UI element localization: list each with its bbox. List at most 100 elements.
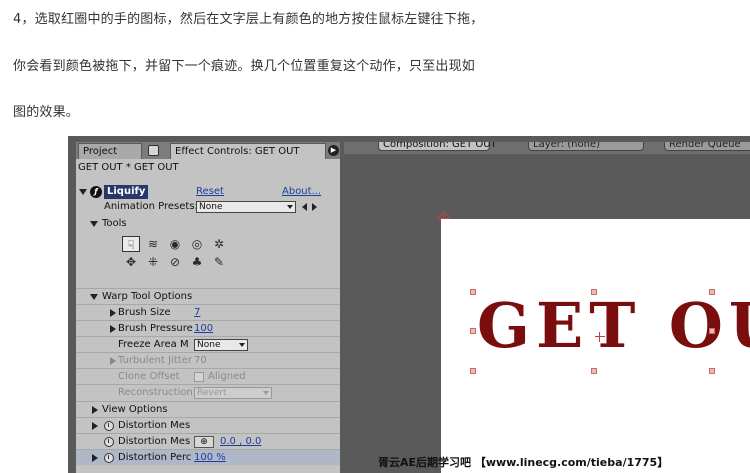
distortion-mesh-offset-label: Distortion Mes [118, 436, 191, 447]
reconstruction-dropdown: Revert [194, 387, 272, 399]
effect-header-row: ƒ Liquify Reset About... [76, 184, 340, 200]
after-effects-screenshot: Project Effect Controls: GET OUT ▶ GET O… [68, 136, 750, 473]
brush-size-value[interactable]: 7 [194, 305, 200, 321]
distortion-percentage-label: Distortion Perc [118, 452, 192, 463]
twirl-counterclockwise-tool-icon[interactable]: ◎ [188, 236, 206, 252]
warp-hand-tool-icon[interactable]: ☟ [122, 236, 140, 252]
distortion-mesh-label: Distortion Mes [118, 420, 191, 431]
freeze-area-label: Freeze Area M [118, 339, 189, 350]
freeze-area-row: Freeze Area M None [76, 336, 340, 352]
composition-panel: Composition: GET OUT Layer: (none) Rende… [344, 142, 750, 473]
article-text-line-1: 4，选取红圈中的手的图标，然后在文字层上有颜色的地方按住鼠标左键往下拖， [13, 12, 484, 27]
collapse-triangle-icon[interactable] [90, 294, 98, 300]
aligned-checkbox [194, 372, 204, 382]
next-preset-icon[interactable] [312, 203, 317, 211]
distortion-mesh-row: Distortion Mes [76, 417, 340, 433]
collapse-triangle-icon[interactable] [90, 221, 98, 227]
transform-handle[interactable] [591, 289, 597, 295]
panel-tab-bar: Project Effect Controls: GET OUT ▶ [76, 142, 340, 159]
tab-layer[interactable]: Layer: (none) [528, 142, 644, 151]
watermark: 胥云AE后期学习吧 【www.linecg.com/tieba/1775】 [378, 456, 669, 469]
about-link[interactable]: About... [282, 184, 321, 200]
reconstruction-label: Reconstruction [118, 387, 193, 398]
transform-handle[interactable] [709, 289, 715, 295]
turbulent-jitter-row: Turbulent Jitter 70 [76, 352, 340, 368]
tab-render-queue[interactable]: Render Queue [664, 142, 750, 151]
brush-size-label: Brush Size [118, 307, 171, 318]
bloat-tool-icon[interactable]: ✥ [122, 254, 140, 270]
expand-triangle-icon[interactable] [110, 325, 116, 333]
warp-tool-options-label: Warp Tool Options [102, 291, 193, 302]
composition-canvas[interactable]: GET OUT [441, 219, 750, 473]
reconstruction-value: Revert [197, 388, 227, 398]
reconstruction-tool-icon[interactable]: ✎ [210, 254, 228, 270]
expand-triangle-icon[interactable] [92, 406, 98, 414]
warp-tool-options-row: Warp Tool Options [76, 288, 340, 304]
brush-pressure-label: Brush Pressure [118, 323, 193, 334]
stopwatch-icon[interactable] [104, 421, 114, 431]
collapse-triangle-icon[interactable] [79, 189, 87, 195]
brush-size-row: Brush Size 7 [76, 304, 340, 320]
transform-handle[interactable] [709, 328, 715, 334]
lock-icon[interactable] [148, 145, 159, 156]
tab-project[interactable]: Project [78, 143, 142, 159]
transform-handle[interactable] [709, 368, 715, 374]
distortion-percentage-row: Distortion Perc 100 % [76, 449, 340, 465]
expand-triangle-icon[interactable] [92, 454, 98, 462]
twirl-clockwise-tool-icon[interactable]: ◉ [166, 236, 184, 252]
brush-pressure-value[interactable]: 100 [194, 321, 213, 337]
transform-handle[interactable] [470, 289, 476, 295]
freeze-area-value: None [197, 340, 221, 350]
layer-center-crosshair-icon [595, 332, 605, 342]
layer-path: GET OUT * GET OUT [78, 162, 179, 173]
freeze-area-dropdown[interactable]: None [194, 339, 248, 351]
tools-row: Tools [76, 216, 340, 232]
shift-pixels-tool-icon[interactable]: ⁜ [144, 254, 162, 270]
pucker-tool-icon[interactable]: ✲ [210, 236, 228, 252]
crosshair-icon[interactable]: ⊕ [194, 436, 214, 448]
clone-offset-row: Clone Offset Aligned [76, 368, 340, 384]
layer-bounding-box [470, 289, 715, 374]
chevron-down-icon [263, 391, 269, 395]
distortion-percentage-value[interactable]: 100 % [194, 450, 226, 466]
transform-handle[interactable] [470, 328, 476, 334]
animation-presets-label: Animation Presets: [104, 201, 198, 212]
tab-effect-controls[interactable]: Effect Controls: GET OUT [170, 143, 326, 159]
expand-triangle-icon[interactable] [110, 309, 116, 317]
article-text-line-3: 图的效果。 [13, 105, 80, 120]
view-options-label: View Options [102, 404, 168, 415]
effect-name[interactable]: Liquify [104, 185, 149, 199]
article-text-line-2: 你会看到颜色被拖下，并留下一个痕迹。换几个位置重复这个动作，只至出现如 [13, 59, 476, 74]
chevron-down-icon [287, 205, 293, 209]
panel-menu-icon[interactable]: ▶ [328, 145, 339, 156]
clone-tool-icon[interactable]: ♣ [188, 254, 206, 270]
aligned-label: Aligned [208, 371, 246, 382]
reconstruction-row: Reconstruction Revert [76, 384, 340, 400]
transform-handle[interactable] [591, 368, 597, 374]
chevron-down-icon [239, 343, 245, 347]
tab-composition[interactable]: Composition: GET OUT [378, 142, 497, 151]
clone-offset-label: Clone Offset [118, 371, 180, 382]
view-options-row: View Options [76, 401, 340, 417]
animation-presets-dropdown[interactable]: None [196, 201, 296, 213]
brush-pressure-row: Brush Pressure 100 [76, 320, 340, 336]
stopwatch-icon[interactable] [104, 437, 114, 447]
animation-presets-row: Animation Presets: None [76, 199, 340, 215]
composition-tab-bar: Composition: GET OUT Layer: (none) Rende… [344, 142, 750, 154]
distortion-mesh-offset-value[interactable]: 0.0 , 0.0 [220, 434, 261, 450]
distortion-mesh-offset-row: Distortion Mes ⊕ 0.0 , 0.0 [76, 433, 340, 449]
expand-triangle-icon[interactable] [92, 422, 98, 430]
expand-triangle-icon [110, 357, 116, 365]
turbulent-jitter-label: Turbulent Jitter [118, 355, 192, 366]
fx-toggle-icon[interactable]: ƒ [90, 186, 102, 198]
stopwatch-icon[interactable] [104, 453, 114, 463]
transform-handle[interactable] [470, 368, 476, 374]
reset-link[interactable]: Reset [196, 184, 224, 200]
turbulent-jitter-value: 70 [194, 355, 207, 366]
animation-presets-value: None [199, 202, 223, 212]
effect-controls-panel: Project Effect Controls: GET OUT ▶ GET O… [76, 142, 340, 473]
previous-preset-icon[interactable] [302, 203, 307, 211]
reflection-tool-icon[interactable]: ⊘ [166, 254, 184, 270]
tools-label: Tools [102, 218, 127, 229]
turbulence-tool-icon[interactable]: ≋ [144, 236, 162, 252]
